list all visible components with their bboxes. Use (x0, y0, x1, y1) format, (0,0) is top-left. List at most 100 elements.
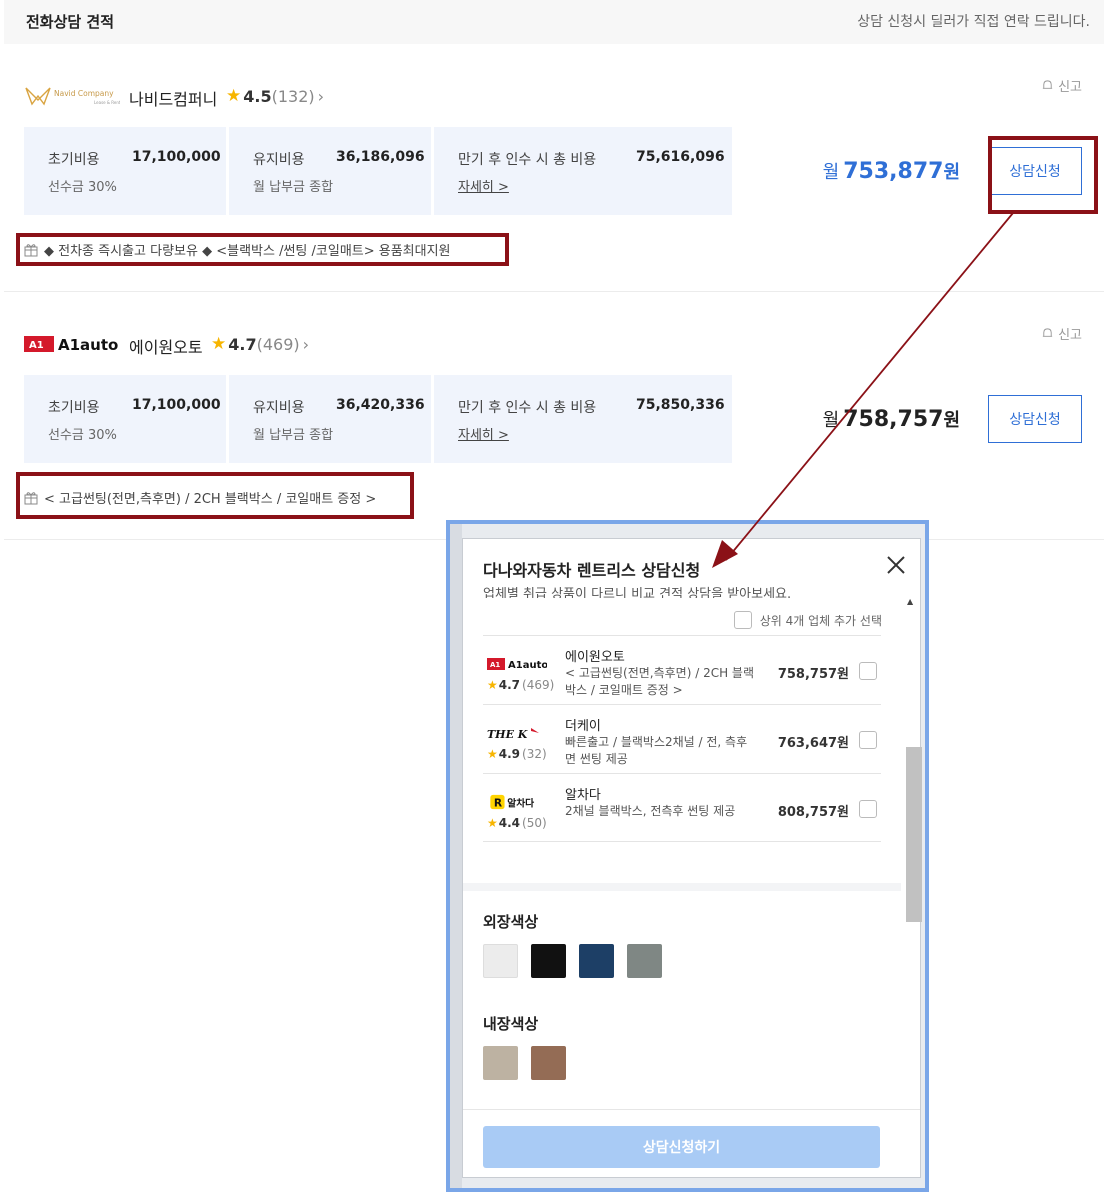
close-icon[interactable] (884, 553, 908, 577)
alchada-logo: R 알차다 (490, 794, 534, 809)
scroll-up-icon[interactable]: ▲ (907, 597, 913, 606)
svg-text:Navid Company: Navid Company (54, 89, 114, 98)
report-button[interactable]: 신고 (1041, 76, 1082, 95)
a1auto-logo: A1 A1auto (487, 658, 547, 671)
color-swatch[interactable] (483, 1046, 518, 1080)
maintenance-cost-value: 36,186,096 (336, 149, 425, 165)
gift-icon (24, 491, 38, 504)
top4-label: 상위 4개 업체 추가 선택 (759, 613, 882, 628)
item-checkbox[interactable] (859, 800, 877, 818)
down-payment-note: 선수금 30% (48, 428, 117, 443)
chevron-right-icon: › (317, 86, 325, 106)
scrollbar-thumb[interactable] (906, 747, 922, 922)
rating-count: (469) (256, 334, 300, 354)
monthly-unit: 원 (943, 162, 960, 183)
expiry-cost-box: 만기 후 인수 시 총 비용 75,850,336 자세히 > (434, 375, 732, 463)
top4-checkbox[interactable] (733, 611, 752, 629)
item-desc: 2채널 블랙박스, 전측후 썬팅 제공 (565, 804, 736, 818)
item-score: 4.9 (498, 747, 521, 761)
monthly-unit: 원 (943, 410, 960, 431)
promo-label: ◆ 전차종 즉시출고 다량보유 ◆ <블랙박스 /썬팅 /코일매트> 용품최대지… (44, 244, 451, 259)
color-swatch[interactable] (627, 944, 662, 978)
maintenance-cost-label: 유지비용 (253, 152, 305, 168)
rating-score: 4.7 (228, 334, 257, 354)
color-swatch[interactable] (579, 944, 614, 978)
monthly-price: 월 753,877원 (823, 158, 960, 184)
background-overlay (450, 524, 462, 1188)
star-icon: ★ (487, 816, 498, 830)
star-icon: ★ (211, 334, 227, 354)
rating-count: (132) (271, 86, 315, 106)
scrollbar[interactable]: ▲ (904, 597, 922, 1117)
detail-link[interactable]: 자세히 > (458, 176, 509, 195)
svg-text:A1auto: A1auto (508, 660, 547, 671)
item-checkbox[interactable] (859, 731, 877, 749)
expiry-cost-value: 75,850,336 (636, 397, 725, 413)
dealer-rating[interactable]: ★ 4.5 (132) › (226, 86, 324, 106)
item-price: 808,757원 (777, 805, 849, 820)
section-divider (463, 883, 901, 891)
list-item: THE K ★ 4.9 (32) 더케이 빠른출고 / 블랙박스2채널 / 전, 측… (483, 704, 881, 773)
report-label: 신고 (1058, 328, 1082, 343)
bell-icon (1042, 328, 1053, 337)
report-label: 신고 (1058, 80, 1082, 95)
apply-button[interactable]: 상담신청 (988, 147, 1082, 195)
dealer-rating[interactable]: ★ 4.7 (469) › (211, 334, 309, 354)
maintenance-cost-box: 유지비용 36,420,336 월 납부금 종합 (229, 375, 431, 463)
svg-text:Lease & Rent: Lease & Rent (94, 100, 120, 105)
item-count: (50) (522, 816, 547, 830)
promo-text: < 고급썬팅(전면,측후면) / 2CH 블랙박스 / 코일매트 증정 > (24, 488, 376, 507)
svg-text:A1: A1 (490, 661, 500, 669)
detail-link[interactable]: 자세히 > (458, 424, 509, 443)
submit-consult-button[interactable]: 상담신청하기 (483, 1126, 880, 1168)
item-desc: < 고급썬팅(전면,측후면) / 2CH 블랙박스 / 코일매트 증정 > (565, 666, 755, 697)
navid-company-logo: Navid Company Lease & Rent (24, 84, 120, 108)
page-title: 전화상담 견적 (26, 13, 115, 31)
interior-color-swatches (483, 1046, 579, 1080)
svg-text:알차다: 알차다 (507, 796, 534, 809)
item-count: (469) (522, 678, 555, 692)
rating-score: 4.5 (243, 86, 272, 106)
star-icon: ★ (226, 86, 242, 106)
header-notice: 상담 신청시 딜러가 직접 연락 드립니다. (857, 14, 1090, 30)
color-swatch[interactable] (531, 944, 566, 978)
item-desc: 빠른출고 / 블랙박스2채널 / 전, 측후면 썬팅 제공 (565, 735, 748, 766)
list-item: A1 A1auto ★ 4.7 (469) 에이원오토 < 고급썬팅(전면,측후면)… (483, 635, 881, 704)
monthly-prefix: 월 (822, 162, 840, 183)
report-button[interactable]: 신고 (1041, 324, 1082, 343)
chevron-right-icon: › (302, 334, 310, 354)
dealer-name[interactable]: 나비드컴퍼니 (129, 86, 217, 110)
list-item: R 알차다 ★ 4.4 (50) 알차다 2채널 블랙박스, 전측후 썬팅 제공 8… (483, 773, 881, 842)
item-price: 758,757원 (777, 667, 849, 682)
monthly-prefix: 월 (822, 410, 840, 431)
monthly-value: 758,757 (843, 407, 944, 432)
consult-modal-frame: 다나와자동차 렌트리스 상담신청 업체별 취급 상품이 다르니 비교 견적 상담… (446, 520, 929, 1192)
star-icon: ★ (487, 678, 498, 692)
color-swatch[interactable] (531, 1046, 566, 1080)
expiry-cost-label: 만기 후 인수 시 총 비용 (458, 152, 597, 168)
item-rating: ★ 4.9 (32) (487, 747, 547, 761)
item-name: 에이원오토 (565, 650, 625, 665)
apply-button[interactable]: 상담신청 (988, 395, 1082, 443)
svg-text:THE K: THE K (487, 728, 528, 741)
item-price: 763,647원 (777, 736, 849, 751)
star-icon: ★ (487, 747, 498, 761)
monthly-value: 753,877 (843, 159, 944, 184)
item-rating: ★ 4.7 (469) (487, 678, 554, 692)
svg-text:R: R (494, 796, 502, 809)
initial-cost-label: 초기비용 (48, 400, 100, 416)
gift-icon (24, 243, 38, 256)
dealer-name[interactable]: 에이원오토 (129, 334, 203, 358)
a1auto-logo: A1 A1auto (24, 332, 120, 356)
item-score: 4.7 (498, 678, 521, 692)
top4-select[interactable]: 상위 4개 업체 추가 선택 (733, 611, 882, 629)
dealer-card: A1 A1auto 에이원오토 ★ 4.7 (469) › 신고 초기비용 17… (4, 292, 1104, 540)
initial-cost-box: 초기비용 17,100,000 선수금 30% (24, 375, 226, 463)
item-checkbox[interactable] (859, 662, 877, 680)
color-swatch[interactable] (483, 944, 518, 978)
bell-icon (1042, 80, 1053, 89)
maintenance-cost-box: 유지비용 36,186,096 월 납부금 종합 (229, 127, 431, 215)
item-count: (32) (522, 747, 547, 761)
exterior-color-title: 외장색상 (483, 913, 539, 931)
promo-label: < 고급썬팅(전면,측후면) / 2CH 블랙박스 / 코일매트 증정 > (44, 492, 377, 507)
